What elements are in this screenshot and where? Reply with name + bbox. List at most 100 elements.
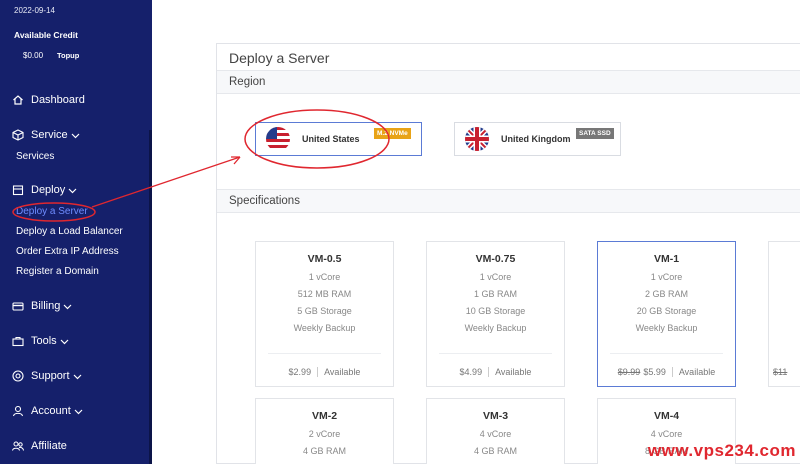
chevron-down-icon (60, 337, 69, 346)
toolbox-icon (12, 335, 24, 347)
plan-ram: 1 GB RAM (473, 289, 517, 299)
user-icon (12, 405, 24, 417)
sidebar: 2022-09-14 Available Credit $0.00 Topup … (0, 0, 152, 464)
users-icon (12, 440, 24, 452)
plan-ram: 512 MB RAM (297, 289, 352, 299)
plan-name: VM-1 (653, 253, 680, 265)
nav-support-label: Support (31, 370, 70, 382)
plan-name: VM-4 (653, 410, 680, 422)
plan-backup: Weekly Backup (464, 323, 527, 333)
plan-price: $2.99 (288, 367, 312, 377)
plan-ram: 4 GB RAM (302, 446, 346, 456)
plan-backup: Weekly Backup (293, 323, 356, 333)
nav-deploy-server-link[interactable]: Deploy a Server (16, 206, 88, 217)
box-icon (12, 184, 24, 196)
plan-card-partial[interactable]: $11 (768, 241, 800, 387)
plan-old-price: $9.99 (617, 367, 641, 377)
divider (610, 353, 723, 354)
nav-billing[interactable]: Billing (12, 300, 72, 312)
plan-price: $5.99 (643, 367, 666, 377)
ssd-badge: SATA SSD (576, 128, 614, 139)
nav-tools-label: Tools (31, 335, 57, 347)
nav-account[interactable]: Account (12, 405, 83, 417)
date-label: 2022-09-14 (14, 6, 55, 15)
plan-status: Available (495, 367, 532, 377)
plan-cpu: 1 vCore (479, 272, 512, 282)
spec-section-title: Specifications (229, 195, 300, 207)
plan-card-vm-1[interactable]: VM-1 1 vCore 2 GB RAM 20 GB Storage Week… (597, 241, 736, 387)
plan-footer: $2.99 Available (256, 367, 393, 377)
plan-status: Available (324, 367, 361, 377)
nav-deploy-load-balancer-link[interactable]: Deploy a Load Balancer (16, 226, 123, 237)
plan-ram: 4 GB RAM (473, 446, 517, 456)
plan-status: Available (678, 367, 716, 377)
nav-billing-label: Billing (31, 300, 61, 312)
uk-flag-icon (465, 127, 489, 151)
nav-register-domain-link[interactable]: Register a Domain (16, 266, 99, 277)
nav-service-label: Service (31, 129, 68, 141)
topup-link[interactable]: Topup (57, 51, 79, 60)
plan-backup: Weekly Backup (635, 323, 698, 333)
plan-ram: 2 GB RAM (644, 289, 688, 299)
plan-card-vm-3[interactable]: VM-3 4 vCore 4 GB RAM (426, 398, 565, 464)
chevron-down-icon (63, 302, 72, 311)
sidebar-scrollbar[interactable] (149, 130, 152, 464)
plan-price: $4.99 (459, 367, 483, 377)
separator (317, 367, 319, 377)
plan-cpu: 4 vCore (650, 429, 683, 439)
region-name: United States (302, 134, 360, 144)
region-card-united-states[interactable]: United States M.2 NVMe (255, 122, 422, 156)
plan-card-vm-2[interactable]: VM-2 2 vCore 4 GB RAM (255, 398, 394, 464)
spec-section-header: Specifications (217, 189, 800, 213)
plan-footer: $9.99 $5.99 Available (598, 367, 735, 377)
nav-deploy-label: Deploy (31, 184, 66, 196)
chevron-down-icon (74, 407, 83, 416)
plan-footer: $11 (769, 367, 800, 377)
page-title: Deploy a Server (229, 50, 330, 66)
plan-card-vm-0-5[interactable]: VM-0.5 1 vCore 512 MB RAM 5 GB Storage W… (255, 241, 394, 387)
nav-support[interactable]: Support (12, 370, 82, 382)
cube-icon (12, 129, 24, 141)
plan-name: VM-0.5 (307, 253, 342, 265)
lifebuoy-icon (12, 370, 24, 382)
region-card-united-kingdom[interactable]: United Kingdom SATA SSD (454, 122, 621, 156)
nav-affiliate-label: Affiliate (31, 440, 67, 452)
plan-cpu: 1 vCore (308, 272, 341, 282)
plan-storage: 10 GB Storage (465, 306, 526, 316)
nav-order-ip-link[interactable]: Order Extra IP Address (16, 246, 119, 257)
plan-cpu: 2 vCore (308, 429, 341, 439)
nav-dashboard-label: Dashboard (31, 94, 85, 106)
us-flag-icon (266, 127, 290, 151)
nav-service[interactable]: Service (12, 129, 80, 141)
nav-services-link[interactable]: Services (16, 151, 54, 162)
nav-account-label: Account (31, 405, 71, 417)
plan-old-price: $11 (773, 367, 788, 377)
nav-dashboard[interactable]: Dashboard (12, 94, 85, 106)
separator (488, 367, 490, 377)
nav-tools[interactable]: Tools (12, 335, 69, 347)
plan-footer: $4.99 Available (427, 367, 564, 377)
home-icon (12, 94, 24, 106)
separator (671, 367, 673, 377)
plan-storage: 20 GB Storage (636, 306, 697, 316)
watermark: www.vps234.com (647, 441, 796, 460)
plan-name: VM-2 (311, 410, 338, 422)
plan-name: VM-3 (482, 410, 509, 422)
divider (439, 353, 552, 354)
plan-cpu: 1 vCore (650, 272, 683, 282)
available-credit-title: Available Credit (14, 30, 78, 40)
chevron-down-icon (71, 131, 80, 140)
plan-storage: 5 GB Storage (297, 306, 352, 316)
credit-amount: $0.00 (23, 51, 44, 60)
region-name: United Kingdom (501, 134, 571, 144)
nvme-badge: M.2 NVMe (374, 128, 411, 139)
region-section-title: Region (229, 76, 266, 88)
plan-name: VM-0.75 (475, 253, 516, 265)
nav-affiliate[interactable]: Affiliate (12, 440, 67, 452)
chevron-down-icon (68, 186, 77, 195)
chevron-down-icon (73, 372, 82, 381)
plan-card-vm-0-75[interactable]: VM-0.75 1 vCore 1 GB RAM 10 GB Storage W… (426, 241, 565, 387)
region-section-header: Region (217, 70, 800, 94)
nav-deploy[interactable]: Deploy (12, 184, 77, 196)
card-icon (12, 300, 24, 312)
